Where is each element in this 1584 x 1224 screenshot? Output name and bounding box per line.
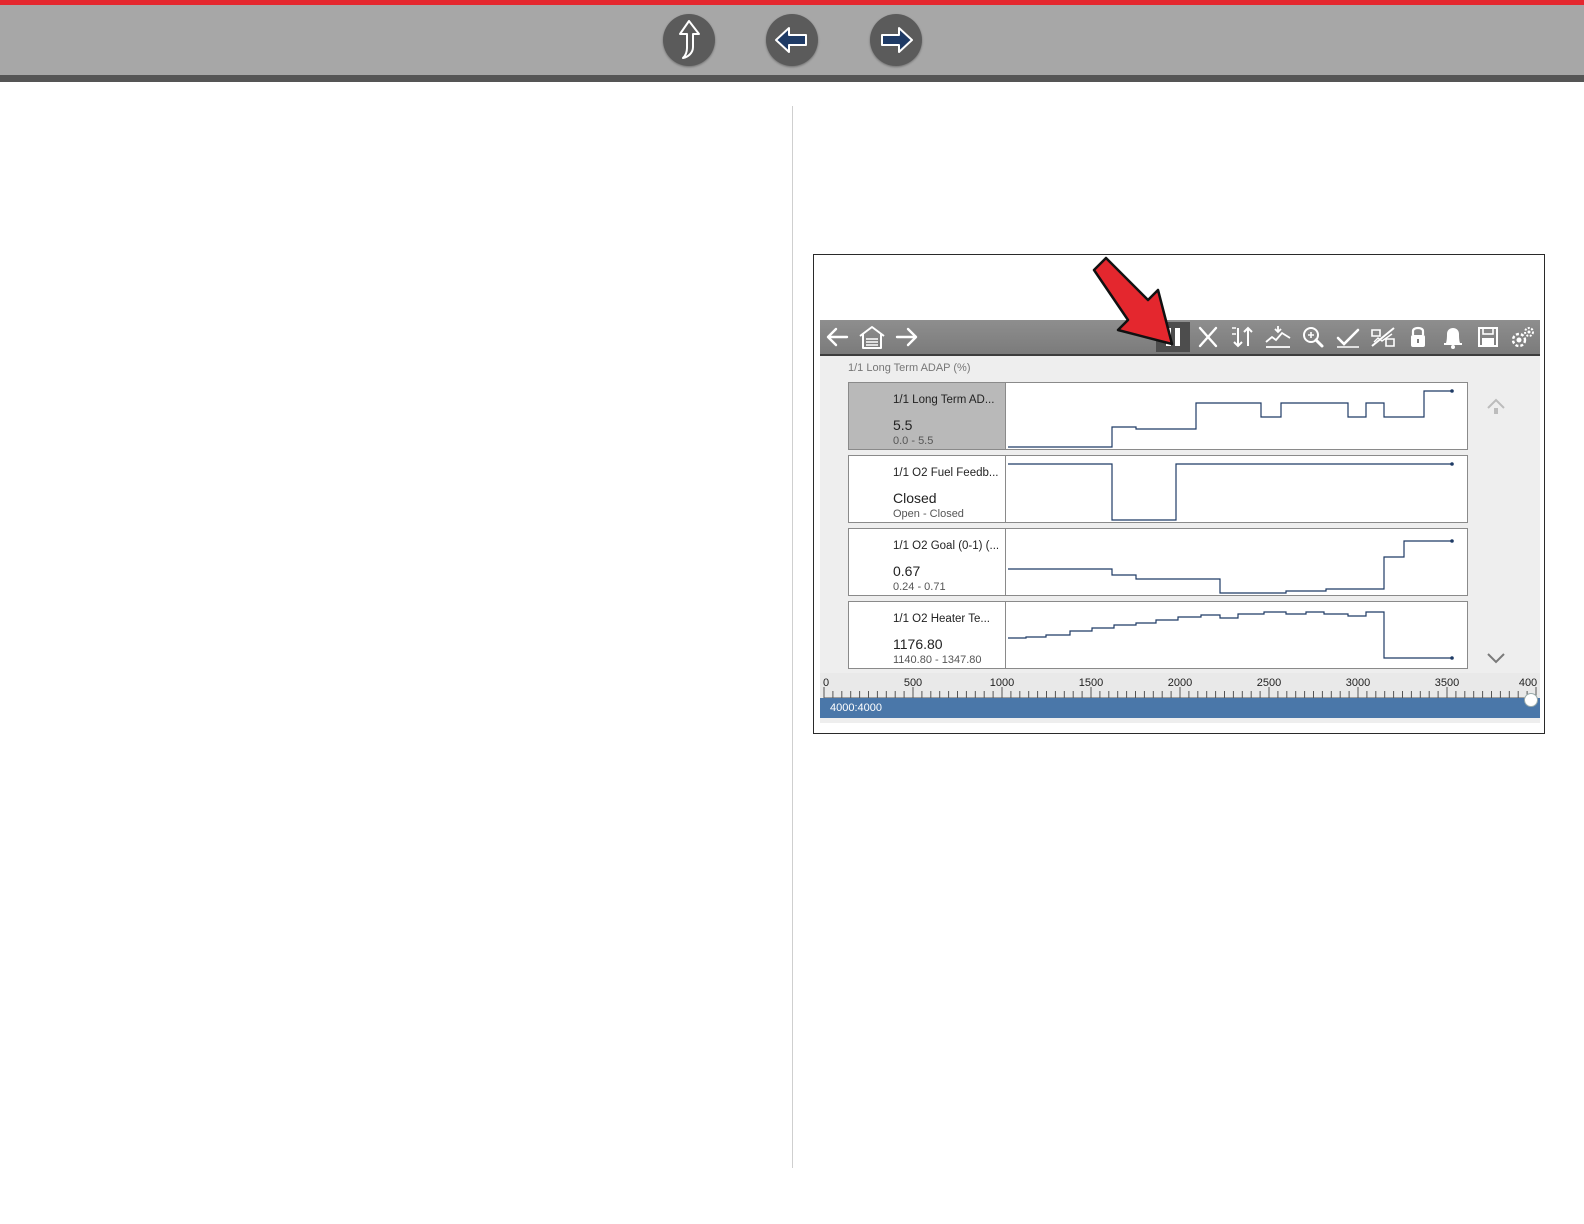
progress-bar[interactable]: 4000:4000 [820, 698, 1540, 718]
close-x-icon[interactable] [1191, 322, 1225, 352]
pid-name: 1/1 O2 Goal (0-1) (... [893, 540, 1000, 552]
scroll-down-icon[interactable] [1484, 646, 1508, 675]
ruler-tick-label: 1000 [989, 677, 1015, 689]
graph-title: 1/1 Long Term ADAP (%) [848, 362, 971, 374]
ruler-tick-label: 400 [1518, 677, 1538, 689]
lock-icon[interactable] [1401, 322, 1435, 352]
pid-range: 0.0 - 5.5 [893, 435, 934, 447]
pid-range: 0.24 - 0.71 [893, 581, 946, 593]
ruler-tick-label: 2000 [1167, 677, 1193, 689]
pid-value: 1176.80 [893, 636, 943, 652]
back-arrow-icon[interactable] [820, 322, 854, 352]
up-button[interactable] [663, 14, 715, 66]
up-arrow-icon [679, 20, 700, 59]
save-icon[interactable] [1471, 322, 1505, 352]
pid-graph [1008, 389, 1454, 448]
pid-graph [1008, 611, 1454, 660]
pid-graph [1008, 462, 1454, 521]
scanner-toolbar [820, 320, 1540, 356]
ruler-tick-label: 1500 [1078, 677, 1104, 689]
pid-row[interactable]: 1/1 O2 Heater Te... 1176.80 1140.80 - 13… [848, 601, 1468, 669]
ruler-tick-label: 3000 [1345, 677, 1371, 689]
ruler-tick-label: 2500 [1256, 677, 1282, 689]
pid-info: 1/1 O2 Fuel Feedb... Closed Open - Close… [849, 456, 1006, 522]
right-arrow-icon [881, 27, 913, 53]
bell-icon[interactable] [1436, 322, 1470, 352]
navigation-bar-border [0, 75, 1584, 82]
ruler-tick-label: 3500 [1434, 677, 1460, 689]
forward-arrow-icon[interactable] [890, 322, 924, 352]
pid-range: Open - Closed [893, 508, 964, 520]
ruler-tick-label: 0 [822, 677, 830, 689]
pid-info: 1/1 O2 Heater Te... 1176.80 1140.80 - 13… [849, 602, 1006, 668]
pid-row[interactable]: 1/1 O2 Fuel Feedb... Closed Open - Close… [848, 455, 1468, 523]
red-pointer-arrow-icon [1092, 256, 1174, 346]
pid-trigger-icon[interactable] [1366, 322, 1400, 352]
ruler-tick-label: 500 [903, 677, 923, 689]
graph-scale-icon[interactable] [1261, 322, 1295, 352]
pid-info: 1/1 Long Term AD... 5.5 0.0 - 5.5 [849, 383, 1006, 449]
back-button[interactable] [766, 14, 818, 66]
column-divider [792, 106, 793, 1168]
pid-name: 1/1 O2 Fuel Feedb... [893, 467, 999, 479]
check-icon[interactable] [1331, 322, 1365, 352]
pid-range: 1140.80 - 1347.80 [893, 654, 982, 666]
forward-button[interactable] [870, 14, 922, 66]
pid-name: 1/1 O2 Heater Te... [893, 613, 990, 625]
left-arrow-icon [775, 27, 807, 53]
time-ruler: 0 500 1000 1500 2000 2500 3000 3500 400 [820, 673, 1540, 701]
garage-home-icon[interactable] [855, 322, 889, 352]
progress-label: 4000:4000 [830, 702, 882, 714]
scroll-up-icon[interactable] [1484, 394, 1508, 423]
sort-icon[interactable] [1226, 322, 1260, 352]
pid-row[interactable]: 1/1 Long Term AD... 5.5 0.0 - 5.5 [848, 382, 1468, 450]
progress-handle[interactable] [1524, 693, 1538, 707]
pid-name: 1/1 Long Term AD... [893, 394, 995, 406]
zoom-icon[interactable] [1296, 322, 1330, 352]
scanner-screen: 1/1 Long Term ADAP (%) 1/1 Long Term AD.… [820, 320, 1540, 723]
settings-icon[interactable] [1506, 322, 1540, 352]
pid-graph [1008, 539, 1454, 594]
pid-value: 5.5 [893, 417, 913, 433]
pid-value: 0.67 [893, 563, 921, 579]
pid-info: 1/1 O2 Goal (0-1) (... 0.67 0.24 - 0.71 [849, 529, 1006, 595]
pid-row[interactable]: 1/1 O2 Goal (0-1) (... 0.67 0.24 - 0.71 [848, 528, 1468, 596]
pid-value: Closed [893, 490, 937, 506]
